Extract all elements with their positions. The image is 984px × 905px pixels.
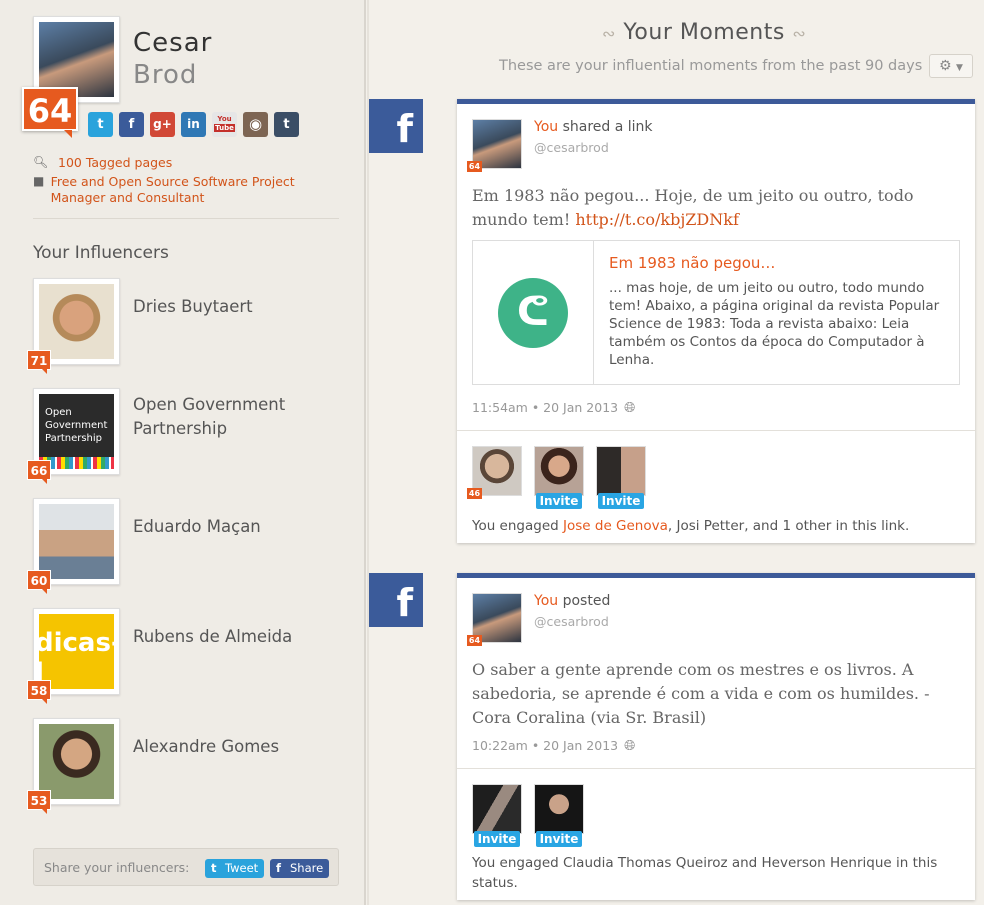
link-thumbnail: ᕦ bbox=[473, 241, 594, 384]
engagement-summary: You engaged Jose de Genova, Josi Petter,… bbox=[472, 516, 962, 536]
ogp-logo-text: Open Government Partnership bbox=[45, 407, 108, 444]
globe-icon: 🌐︎ bbox=[624, 738, 636, 754]
youtube-icon[interactable]: You Tube bbox=[212, 112, 237, 137]
facebook-icon: f bbox=[276, 861, 282, 875]
social-networks-row: t f g+ in You Tube ◉ t bbox=[88, 112, 299, 137]
link-preview-title[interactable]: Em 1983 não pegou… bbox=[609, 254, 775, 272]
invite-button[interactable]: Invite bbox=[598, 493, 644, 509]
twitter-bird-icon: t bbox=[211, 861, 217, 875]
sidebar-divider bbox=[33, 218, 339, 219]
engager-name-link[interactable]: Jose de Genova bbox=[563, 518, 668, 534]
share-label-text: Share bbox=[290, 861, 324, 875]
page-title-text: Your Moments bbox=[623, 20, 785, 45]
engaged-rest: , Josi Petter, and 1 other in this link. bbox=[667, 518, 910, 534]
moment-timestamp: 10:22am • 20 Jan 2013 🌐︎ bbox=[472, 738, 635, 754]
page-title: ∾ Your Moments ∾ bbox=[602, 20, 806, 45]
influencer-name-5[interactable]: Alexandre Gomes bbox=[133, 735, 333, 759]
tagged-pages-row[interactable]: 🔍︎ 100 Tagged pages bbox=[33, 155, 172, 171]
influencer-score-4: 58 bbox=[27, 680, 51, 704]
facebook-icon[interactable]: f bbox=[119, 112, 144, 137]
engagement-summary: You engaged Claudia Thomas Queiroz and H… bbox=[472, 855, 938, 891]
moment-text: O saber a gente aprende com os mestres e… bbox=[472, 660, 930, 727]
engager-score-badge: 46 bbox=[467, 488, 482, 499]
search-icon: 🔍︎ bbox=[33, 155, 49, 169]
card-divider bbox=[457, 430, 975, 431]
moment-card: 64 You shared a link @cesarbrod Em 1983 … bbox=[457, 99, 975, 543]
facebook-share-button[interactable]: f Share bbox=[270, 859, 330, 878]
gear-icon: ⚙ bbox=[939, 58, 952, 74]
invite-button[interactable]: Invite bbox=[536, 493, 582, 509]
chevron-down-icon: ▼ bbox=[956, 63, 963, 73]
share-label: Share your influencers: bbox=[44, 860, 190, 875]
flourish-left-icon: ∾ bbox=[602, 24, 616, 43]
job-title[interactable]: Free and Open Source Software Project Ma… bbox=[51, 174, 333, 206]
influencer-score-3: 60 bbox=[27, 570, 51, 594]
tweet-label: Tweet bbox=[225, 861, 259, 875]
profile-first-name: Cesar bbox=[133, 28, 213, 58]
author-link[interactable]: You bbox=[534, 593, 558, 609]
profile-last-name: Brod bbox=[133, 60, 198, 90]
invite-button[interactable]: Invite bbox=[536, 831, 582, 847]
influencer-score-2: 66 bbox=[27, 460, 51, 484]
facebook-source-icon: f bbox=[369, 573, 423, 627]
linkedin-icon[interactable]: in bbox=[181, 112, 206, 137]
moment-action: posted bbox=[558, 593, 611, 609]
author-handle[interactable]: @cesarbrod bbox=[534, 140, 609, 155]
instagram-icon[interactable]: ◉ bbox=[243, 112, 268, 137]
tumblr-icon[interactable]: t bbox=[274, 112, 299, 137]
moment-time-text: 10:22am • 20 Jan 2013 bbox=[472, 738, 619, 753]
engager-avatar-3[interactable] bbox=[596, 446, 646, 496]
moment-header: You shared a link bbox=[534, 119, 653, 135]
engager-avatar-2[interactable] bbox=[534, 446, 584, 496]
google-plus-icon[interactable]: g+ bbox=[150, 112, 175, 137]
moment-timestamp: 11:54am • 20 Jan 2013 🌐︎ bbox=[472, 400, 635, 416]
influencer-name-1[interactable]: Dries Buytaert bbox=[133, 295, 333, 319]
author-score-badge: 64 bbox=[467, 161, 482, 172]
author-link[interactable]: You bbox=[534, 119, 558, 135]
share-influencers-box: Share your influencers: t Tweet f Share bbox=[33, 848, 339, 886]
link-preview[interactable]: ᕦ Em 1983 não pegou… ... mas hoje, de um… bbox=[472, 240, 960, 385]
author-handle[interactable]: @cesarbrod bbox=[534, 614, 609, 629]
tagged-pages-link[interactable]: 100 Tagged pages bbox=[58, 155, 172, 171]
job-row: ■ Free and Open Source Software Project … bbox=[33, 174, 333, 206]
author-score-badge: 64 bbox=[467, 635, 482, 646]
tweet-button[interactable]: t Tweet bbox=[205, 859, 265, 878]
sidebar: 64 Cesar Brod t f g+ in You Tube ◉ t 🔍︎ 1… bbox=[0, 0, 369, 905]
moment-card: 64 You posted @cesarbrod O saber a gente… bbox=[457, 573, 975, 900]
settings-dropdown-button[interactable]: ⚙ ▼ bbox=[929, 54, 973, 78]
moment-action: shared a link bbox=[558, 119, 653, 135]
influencer-name-4[interactable]: Rubens de Almeida bbox=[133, 625, 333, 649]
link-site-logo-icon: ᕦ bbox=[498, 278, 568, 348]
facebook-source-icon: f bbox=[369, 99, 423, 153]
engager-avatar-2[interactable] bbox=[534, 784, 584, 834]
flourish-right-icon: ∾ bbox=[792, 24, 807, 43]
card-divider bbox=[457, 768, 975, 769]
globe-icon: 🌐︎ bbox=[624, 400, 636, 416]
invite-button[interactable]: Invite bbox=[474, 831, 520, 847]
influencer-name-2[interactable]: Open Government Partnership bbox=[133, 393, 333, 441]
briefcase-icon: ■ bbox=[33, 174, 45, 188]
engaged-prefix: You engaged bbox=[472, 518, 563, 534]
influencers-heading: Your Influencers bbox=[33, 243, 169, 263]
moment-time-text: 11:54am • 20 Jan 2013 bbox=[472, 400, 619, 415]
influencer-score-1: 71 bbox=[27, 350, 51, 374]
link-preview-description: ... mas hoje, de um jeito ou outro, todo… bbox=[609, 280, 940, 368]
influencer-name-3[interactable]: Eduardo Maçan bbox=[133, 515, 333, 539]
moment-text: Em 1983 não pegou... Hoje, de um jeito o… bbox=[472, 184, 962, 232]
moment-link[interactable]: http://t.co/kbjZDNkf bbox=[575, 210, 739, 229]
dicas-logo-text: dicas-l bbox=[39, 628, 114, 688]
influencer-score-5: 53 bbox=[27, 790, 51, 814]
moment-header: You posted bbox=[534, 593, 610, 609]
klout-score-badge: 64 bbox=[22, 87, 78, 138]
page-subtitle: These are your influential moments from … bbox=[499, 58, 923, 74]
engager-avatar-1[interactable] bbox=[472, 784, 522, 834]
twitter-icon[interactable]: t bbox=[88, 112, 113, 137]
